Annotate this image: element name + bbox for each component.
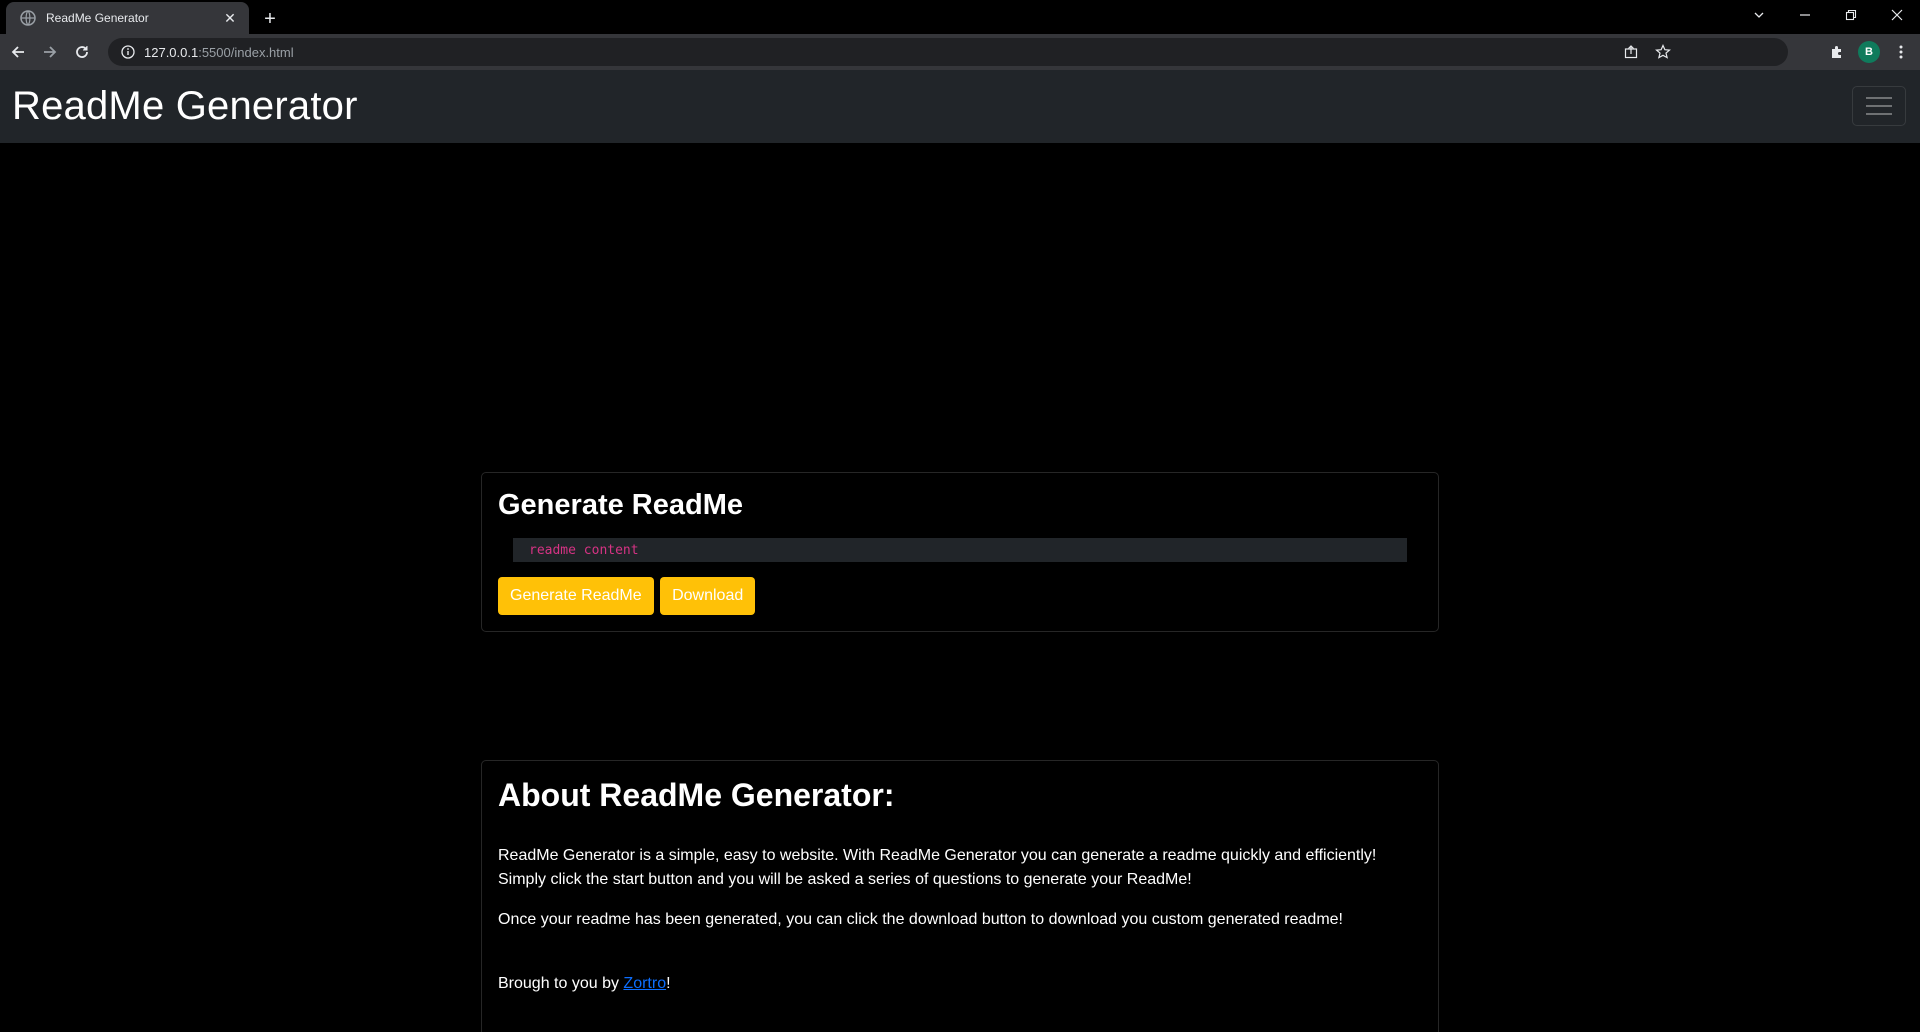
tab-title: ReadMe Generator — [46, 11, 149, 25]
page-viewport: ReadMe Generator Generate ReadMe readme … — [0, 70, 1920, 1032]
generate-title: Generate ReadMe — [498, 489, 743, 521]
bookmark-star-icon[interactable] — [1652, 41, 1674, 63]
toolbar-actions: B — [1824, 38, 1914, 66]
browser-tab[interactable]: ReadMe Generator ✕ — [6, 2, 249, 34]
credit-line: Brough to you by Zortro! — [498, 972, 1422, 996]
credit-suffix: ! — [666, 975, 671, 992]
extensions-icon[interactable] — [1824, 39, 1850, 65]
close-window-icon[interactable] — [1874, 0, 1920, 30]
navbar-brand[interactable]: ReadMe Generator — [12, 84, 358, 129]
restore-icon[interactable] — [1828, 0, 1874, 30]
reload-icon[interactable] — [68, 38, 96, 66]
url-host: 127.0.0.1 — [144, 44, 199, 60]
url-text: 127.0.0.1:5500/index.html — [144, 45, 294, 60]
globe-icon — [20, 10, 36, 26]
credit-prefix: Brough to you by — [498, 975, 624, 992]
about-card: About ReadMe Generator: ReadMe Generator… — [481, 760, 1439, 1032]
profile-avatar[interactable]: B — [1858, 41, 1880, 63]
share-icon[interactable] — [1620, 41, 1642, 63]
address-bar[interactable]: 127.0.0.1:5500/index.html — [108, 38, 1788, 66]
url-path: :5500/index.html — [198, 44, 294, 60]
generate-readme-button[interactable]: Generate ReadMe — [498, 577, 654, 615]
window-controls — [1736, 0, 1920, 30]
about-paragraph-2: Once your readme has been generated, you… — [498, 911, 1343, 928]
site-navbar: ReadMe Generator — [0, 70, 1920, 143]
readme-output: readme content — [513, 538, 1407, 562]
author-link[interactable]: Zortro — [623, 975, 666, 992]
navbar-toggler-icon[interactable] — [1852, 86, 1906, 126]
generate-card: Generate ReadMe readme content Generate … — [481, 472, 1439, 632]
browser-toolbar: 127.0.0.1:5500/index.html B — [0, 34, 1920, 70]
download-button[interactable]: Download — [660, 577, 756, 615]
browser-tabstrip: ReadMe Generator ✕ + — [0, 0, 1920, 34]
tab-search-icon[interactable] — [1736, 0, 1782, 30]
menu-dots-icon[interactable] — [1888, 39, 1914, 65]
about-paragraph-1: ReadMe Generator is a simple, easy to we… — [498, 847, 1377, 888]
address-bar-actions — [1620, 38, 1674, 66]
about-title: About ReadMe Generator: — [498, 777, 895, 813]
forward-icon[interactable] — [36, 38, 64, 66]
back-icon[interactable] — [4, 38, 32, 66]
info-icon[interactable] — [120, 44, 136, 60]
minimize-icon[interactable] — [1782, 0, 1828, 30]
new-tab-button[interactable]: + — [258, 7, 282, 31]
about-body: ReadMe Generator is a simple, easy to we… — [498, 844, 1422, 996]
readme-content: readme content — [529, 542, 639, 558]
close-tab-icon[interactable]: ✕ — [221, 9, 239, 27]
